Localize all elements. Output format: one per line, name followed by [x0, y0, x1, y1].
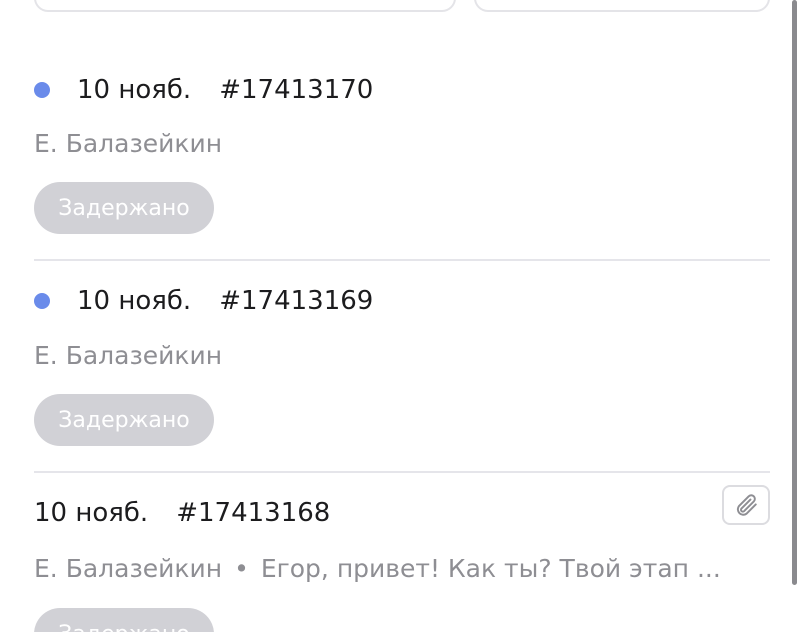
status-badge: Задержано	[34, 182, 214, 234]
paperclip-icon	[736, 494, 757, 516]
item-number: #17413170	[219, 75, 374, 105]
separator-dot: •	[234, 554, 249, 583]
list-item[interactable]: 10 нояб. #17413170 Е. Балазейкин Задержа…	[34, 0, 770, 256]
status-badge: Задержано	[34, 608, 214, 632]
attachment-button[interactable]	[722, 485, 770, 525]
divider	[34, 471, 770, 473]
list-item[interactable]: 10 нояб. #17413169 Е. Балазейкин Задержа…	[34, 262, 770, 470]
divider	[34, 259, 770, 261]
status-badge: Задержано	[34, 394, 214, 446]
scrollbar[interactable]	[792, 0, 797, 585]
item-number: #17413168	[176, 498, 331, 528]
item-header: 10 нояб. #17413170	[34, 75, 373, 105]
unread-dot-icon	[34, 82, 50, 98]
item-header: 10 нояб. #17413168	[34, 498, 330, 528]
item-message-preview: Егор, привет! Как ты? Твой этап ...	[260, 554, 721, 583]
item-author: Е. Балазейкин	[34, 554, 223, 583]
item-author: Е. Балазейкин	[34, 129, 223, 158]
item-date: 10 нояб.	[77, 75, 192, 105]
unread-dot-icon	[34, 293, 50, 309]
item-date: 10 нояб.	[77, 286, 192, 316]
item-date: 10 нояб.	[34, 498, 149, 528]
item-author: Е. Балазейкин	[34, 341, 223, 370]
item-header: 10 нояб. #17413169	[34, 286, 373, 316]
item-number: #17413169	[219, 286, 374, 316]
list-item[interactable]: 10 нояб. #17413168 Е. Балазейкин • Егор, п…	[34, 474, 770, 632]
orders-list-screen: 10 нояб. #17413170 Е. Балазейкин Задержа…	[0, 0, 800, 632]
item-author-line: Е. Балазейкин • Егор, привет! Как ты? Твой…	[34, 554, 721, 583]
